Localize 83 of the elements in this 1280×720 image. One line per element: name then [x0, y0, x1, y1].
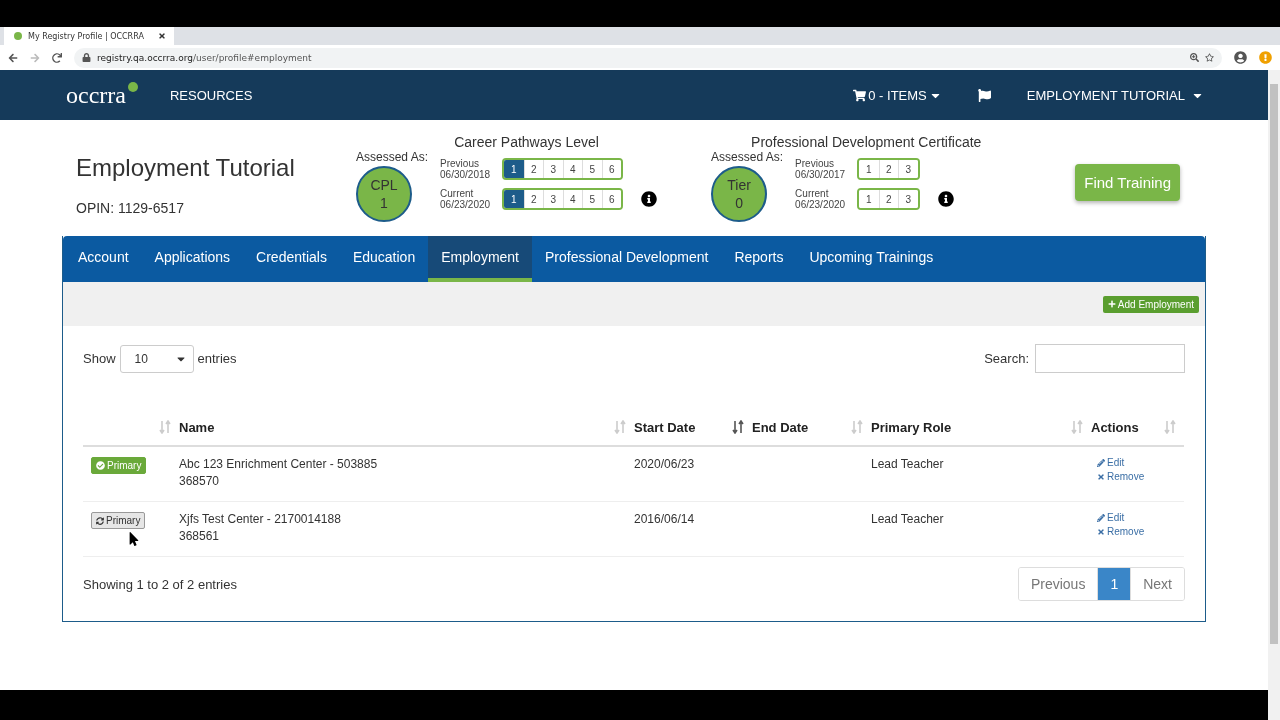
level-date: 06/30/2018	[440, 169, 492, 180]
pencil-icon	[1097, 458, 1105, 467]
profile-tab[interactable]: Employment	[428, 236, 532, 282]
column-header[interactable]: Primary Role	[871, 409, 1091, 447]
level-date-label: Current	[795, 188, 830, 199]
lock-icon	[82, 53, 91, 62]
info-icon[interactable]	[641, 191, 658, 207]
level-step: 1	[504, 190, 524, 208]
table-cell: 2016/06/14	[634, 512, 695, 526]
level-title: Career Pathways Level	[453, 134, 600, 150]
remove-link[interactable]: Remove	[1097, 526, 1145, 537]
entries-select[interactable]: 10	[119, 344, 194, 373]
profile-tab[interactable]: Account	[65, 236, 142, 282]
entries-info: Showing 1 to 2 of 2 entries	[83, 576, 237, 592]
level-step: 6	[601, 190, 622, 208]
opin-text: OPIN: 1129-6517	[76, 200, 185, 216]
site-icon	[14, 32, 22, 40]
nav-link[interactable]: RESOURCES	[169, 87, 253, 103]
level-step: 1	[504, 160, 524, 178]
table-cell: Lead Teacher	[871, 512, 944, 526]
cart-icon	[853, 88, 867, 102]
level-date: 06/23/2020	[795, 199, 847, 210]
star-icon[interactable]	[1205, 53, 1214, 62]
level-step: 6	[601, 160, 622, 178]
level-step: 3	[898, 190, 918, 208]
pointer-icon	[127, 532, 141, 546]
entries-label: entries	[197, 351, 237, 366]
profile-tab[interactable]: Reports	[721, 236, 797, 282]
level-badge: Tier 0	[711, 166, 768, 222]
column-header[interactable]: Start Date	[634, 409, 752, 447]
profile-tab[interactable]: Professional Development	[532, 236, 722, 282]
cart-menu[interactable]: 0 - ITEMS	[853, 87, 942, 103]
profile-name: Employment Tutorial	[76, 154, 296, 182]
table-cell: 2020/06/23	[634, 457, 695, 471]
profile-tab[interactable]: Education	[339, 236, 429, 282]
level-date: 06/30/2017	[795, 169, 847, 180]
remove-link[interactable]: Remove	[1097, 471, 1145, 482]
column-header[interactable]: Actions	[1091, 409, 1184, 447]
search-label: Search:	[984, 351, 1029, 366]
assessed-label: Assessed As:	[711, 150, 784, 164]
level-date-label: Previous	[440, 158, 480, 169]
pagination-button[interactable]: Next	[1130, 568, 1184, 600]
column-header[interactable]: End Date	[752, 409, 871, 447]
pagination-button[interactable]: 1	[1097, 568, 1131, 600]
table-cell: Xjfs Test Center - 2170014188	[179, 512, 341, 526]
profile-tab[interactable]: Upcoming Trainings	[796, 236, 947, 282]
plus-icon	[1107, 300, 1116, 308]
logo[interactable]: occrra	[66, 81, 138, 109]
reload-icon[interactable]	[52, 52, 62, 63]
assessed-label: Assessed As:	[356, 150, 429, 164]
zoom-icon[interactable]	[1190, 53, 1199, 62]
table-cell: 368561	[179, 529, 220, 543]
back-icon[interactable]	[8, 52, 18, 63]
search-field[interactable]	[1035, 344, 1185, 373]
level-date-label: Previous	[795, 158, 835, 169]
column-header[interactable]: Name	[179, 409, 634, 447]
edit-link[interactable]: Edit	[1097, 512, 1125, 523]
level-date: 06/23/2020	[440, 199, 492, 210]
show-label: Show	[83, 351, 116, 366]
level-title: Professional Development Certificate	[751, 134, 982, 150]
pencil-icon	[1097, 513, 1105, 522]
sort-descending-icon[interactable]	[732, 420, 744, 434]
profile-icon[interactable]	[1234, 51, 1247, 64]
address-bar[interactable]: registry.qa.occrra.org/user/profile#employment	[74, 47, 1222, 68]
info-icon[interactable]	[937, 191, 954, 207]
level-badge: CPL 1	[356, 166, 412, 222]
profile-tab[interactable]: Applications	[141, 236, 244, 282]
level-step: 3	[898, 160, 918, 178]
browser-tab[interactable]: My Registry Profile | OCCRRA	[4, 27, 174, 45]
close-icon[interactable]	[158, 32, 166, 40]
table-cell: 368570	[179, 474, 220, 488]
table-cell: Abc 123 Enrichment Center - 503885	[179, 457, 378, 471]
table-cell: Lead Teacher	[871, 457, 944, 471]
profile-tab[interactable]: Credentials	[243, 236, 340, 282]
close-icon	[1097, 527, 1105, 536]
flag-icon[interactable]	[977, 88, 991, 102]
primary-button[interactable]: Primary	[91, 512, 146, 529]
scrollbar[interactable]	[1270, 84, 1278, 644]
edit-link[interactable]: Edit	[1097, 457, 1125, 468]
level-date-label: Current	[440, 188, 475, 199]
refresh-icon	[96, 516, 104, 525]
user-menu[interactable]: EMPLOYMENT TUTORIAL	[1026, 87, 1204, 103]
close-icon	[1097, 472, 1105, 481]
